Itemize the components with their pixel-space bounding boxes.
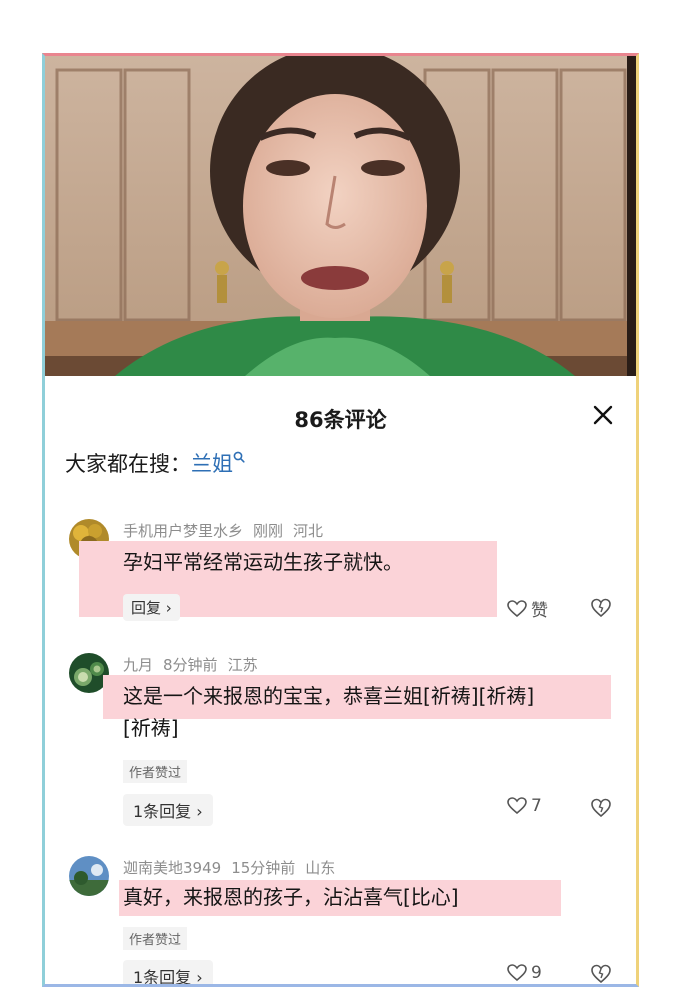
comment-meta: 迦南美地3949 15分钟前 山东: [123, 857, 345, 878]
dislike-heart-icon[interactable]: [590, 797, 612, 819]
comment-text-line: [祈祷]: [123, 716, 179, 740]
video-player[interactable]: [45, 56, 636, 376]
trending-search-label: 大家都在搜：: [65, 452, 191, 476]
comment-location: 山东: [305, 859, 336, 877]
comment-text: 这是一个来报恩的宝宝，恭喜兰姐[祈祷][祈祷] [祈祷]: [123, 680, 618, 744]
author-liked-badge: 作者赞过: [123, 760, 188, 783]
comment-meta: 手机用户梦里水乡 刚刚 河北: [123, 520, 333, 541]
like-count: 9: [531, 963, 542, 983]
heart-icon: [507, 797, 527, 815]
comment-time: 15分钟前: [231, 859, 296, 877]
screenshot-frame: 86条评论 大家都在搜：兰姐 手机用户梦里水乡 刚刚 河北 孕妇平常经常运动生孩…: [42, 53, 639, 987]
comment-time: 刚刚: [253, 522, 284, 540]
view-replies-button[interactable]: 1条回复 ›: [123, 960, 213, 984]
dislike-heart-icon[interactable]: [590, 963, 612, 985]
comments-panel: 86条评论 大家都在搜：兰姐 手机用户梦里水乡 刚刚 河北 孕妇平常经常运动生孩…: [45, 376, 636, 985]
search-icon[interactable]: [233, 451, 245, 463]
trending-search: 大家都在搜：兰姐: [65, 448, 245, 478]
video-frame-image: [45, 56, 636, 376]
heart-icon: [507, 599, 527, 617]
view-replies-button[interactable]: 1条回复 ›: [123, 794, 213, 826]
comment-text: 孕妇平常经常运动生孩子就快。: [123, 550, 403, 574]
like-button[interactable]: 9: [507, 963, 542, 983]
avatar-image: [69, 856, 109, 896]
comment-text-line: 这是一个来报恩的宝宝，恭喜兰姐[祈祷][祈祷]: [123, 684, 535, 708]
heart-icon: [507, 964, 527, 982]
author-liked-badge: 作者赞过: [123, 927, 188, 950]
comment-username[interactable]: 九月: [123, 656, 153, 674]
comment-username[interactable]: 手机用户梦里水乡: [123, 522, 243, 540]
comment-text: 真好，来报恩的孩子，沾沾喜气[比心]: [123, 885, 459, 909]
reply-button[interactable]: 回复 ›: [123, 594, 180, 621]
like-label: 赞: [531, 601, 548, 621]
close-icon[interactable]: [592, 404, 614, 426]
comment-location: 河北: [293, 522, 324, 540]
like-button[interactable]: 赞: [507, 596, 548, 621]
trending-search-keyword[interactable]: 兰姐: [191, 452, 233, 476]
dislike-heart-icon[interactable]: [590, 597, 612, 619]
comments-count-title: 86条评论: [294, 408, 387, 432]
comment-time: 8分钟前: [163, 656, 218, 674]
like-button[interactable]: 7: [507, 796, 542, 816]
like-count: 7: [531, 796, 542, 816]
comment-meta: 九月 8分钟前 江苏: [123, 654, 268, 675]
comment-location: 江苏: [227, 656, 258, 674]
comment-username[interactable]: 迦南美地3949: [123, 859, 221, 877]
avatar[interactable]: [69, 856, 109, 896]
